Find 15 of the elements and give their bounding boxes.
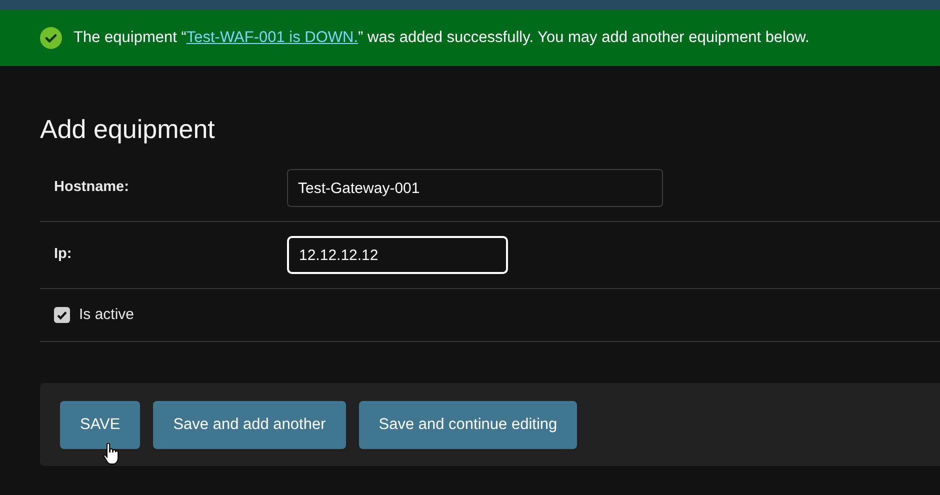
submit-button[interactable]: Save and add another <box>153 400 346 449</box>
checkbox[interactable] <box>54 307 70 324</box>
field-label: Ip: <box>54 245 73 264</box>
check-icon <box>56 309 68 322</box>
checkbox-label: Is active <box>79 304 134 325</box>
success-message: The equipment “Test-WAF-001 is DOWN.” was added successfully. You may add another equipment below. <box>74 28 810 48</box>
page-title: Add equipment <box>40 114 216 146</box>
ip-field[interactable]: 12.12.12.12 <box>287 236 508 274</box>
hand-cursor-icon <box>103 443 119 466</box>
hostname-field[interactable]: Test-Gateway-001 <box>287 169 663 208</box>
submit-button[interactable]: Save and continue editing <box>358 400 578 449</box>
field-label: Hostname: <box>54 178 130 198</box>
save-button[interactable]: SAVE <box>60 400 140 449</box>
success-icon <box>40 27 62 49</box>
equipment-link[interactable]: Test-WAF-001 is DOWN. <box>186 29 358 46</box>
